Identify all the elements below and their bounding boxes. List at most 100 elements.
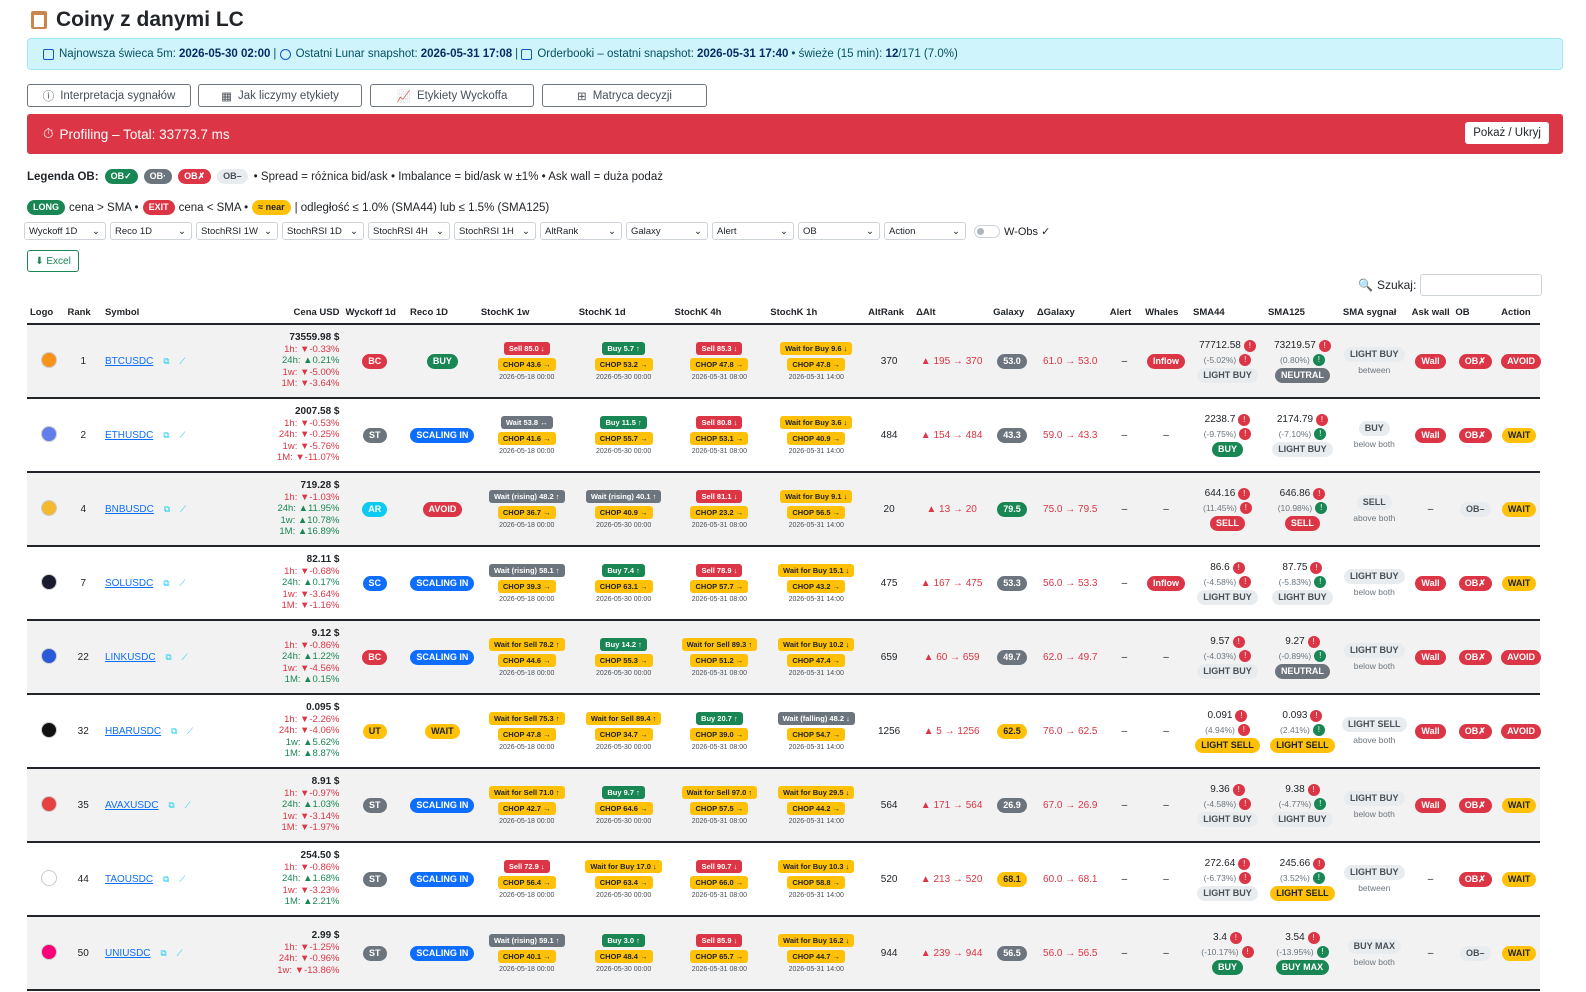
column-header[interactable]: StochK 4h: [671, 302, 768, 325]
chart-icon[interactable]: ⟋: [187, 726, 193, 736]
filter-select[interactable]: AltRank ⌄: [540, 222, 622, 240]
symbol-link[interactable]: HBARUSDC: [105, 726, 161, 737]
column-header[interactable]: StochK 1h: [767, 302, 866, 325]
action-badge: WAIT: [1501, 871, 1537, 887]
column-header[interactable]: StochK 1w: [477, 302, 576, 325]
galaxy-badge: 53.3: [997, 575, 1027, 591]
column-header[interactable]: Whales: [1142, 302, 1190, 325]
chart-icon[interactable]: ⟋: [177, 948, 183, 958]
filter-select[interactable]: StochRSI 1W ⌄: [196, 222, 278, 240]
column-header[interactable]: SMA sygnał: [1339, 302, 1409, 325]
sma44-cell: 77712.58! (-5.02%)! LIGHT BUY: [1193, 339, 1262, 383]
column-header[interactable]: Action: [1498, 302, 1540, 325]
wyckoff-badge: ST: [363, 797, 387, 813]
download-icon: ⬇: [35, 255, 47, 267]
chart-icon[interactable]: ⟋: [182, 652, 188, 662]
external-link-icon[interactable]: ⧉: [161, 948, 167, 958]
filter-select[interactable]: Wyckoff 1D ⌄: [24, 222, 106, 240]
ob-badge: OB✗: [1458, 353, 1492, 369]
tab-interpretation[interactable]: ⓘ Interpretacja sygnałów: [27, 84, 191, 107]
column-header[interactable]: StochK 1d: [575, 302, 672, 325]
column-header[interactable]: Cena USD: [242, 302, 343, 325]
ask-wall-badge: Wall: [1415, 723, 1446, 739]
wyckoff-badge: SC: [362, 575, 388, 591]
column-header[interactable]: Reco 1D: [407, 302, 478, 325]
action-badge: AVOID: [1501, 649, 1542, 665]
filter-select[interactable]: Action ⌄: [884, 222, 966, 240]
external-link-icon[interactable]: ⧉: [163, 356, 169, 366]
stoch-cell: Buy 14.2 ↑ CHOP 55.3 → 2026-05-30 00:00: [594, 637, 653, 677]
tab-matrix[interactable]: ⊞ Matryca decyzji: [542, 84, 707, 107]
column-header[interactable]: Symbol: [101, 302, 243, 325]
symbol-link[interactable]: LINKUSDC: [105, 652, 156, 663]
sma-signal-cell: BUY MAX below both: [1343, 938, 1406, 968]
filter-select[interactable]: OB ⌄: [798, 222, 880, 240]
excel-export-button[interactable]: ⬇ Excel: [27, 250, 79, 272]
column-header[interactable]: SMA44: [1189, 302, 1265, 325]
filter-select[interactable]: StochRSI 1D ⌄: [282, 222, 364, 240]
column-header[interactable]: Logo: [27, 302, 65, 325]
filter-select[interactable]: Galaxy ⌄: [626, 222, 708, 240]
table-row: 2 ETHUSDC ⧉ ⟋ 2007.58 $1h: ▼-0.53% 24h: ▼-0.2…: [27, 398, 1540, 472]
symbol-link[interactable]: AVAXUSDC: [105, 800, 159, 811]
price-cell: 82.11 $1h: ▼-0.68% 24h: ▲0.17% 1w: ▼-3.64%…: [281, 554, 340, 612]
ask-wall-badge: Wall: [1415, 649, 1446, 665]
chevron-down-icon: ⌄: [952, 225, 960, 237]
symbol-link[interactable]: ETHUSDC: [105, 430, 153, 441]
status-dot: !: [1314, 649, 1327, 662]
chart-icon[interactable]: ⟋: [179, 430, 185, 440]
tab-labels[interactable]: ▦ Jak liczymy etykiety: [198, 84, 362, 107]
filter-select[interactable]: Reco 1D ⌄: [110, 222, 192, 240]
ob-badge: OB–: [1460, 945, 1491, 961]
stoch-cell: Wait for Buy 3.6 ↓ CHOP 40.9 → 2026-05-31 …: [770, 415, 862, 455]
external-link-icon[interactable]: ⧉: [163, 578, 169, 588]
column-header[interactable]: Wyckoff 1d: [342, 302, 408, 325]
stoch-cell: Wait (rising) 48.2 ↑ CHOP 36.7 → 2026-05-1…: [481, 489, 573, 529]
chart-icon[interactable]: ⟋: [179, 874, 185, 884]
toggle-profiling-button[interactable]: Pokaż / Ukryj: [1465, 122, 1549, 144]
search-input[interactable]: [1420, 274, 1543, 296]
column-header[interactable]: OB: [1452, 302, 1499, 325]
ask-wall-badge: Wall: [1415, 575, 1446, 591]
chart-icon[interactable]: ⟋: [179, 356, 185, 366]
reco-badge: SCALING IN: [410, 797, 475, 813]
chart-icon[interactable]: ⟋: [180, 504, 186, 514]
stoch-cell: Sell 85.9 ↓ CHOP 65.7 → 2026-05-31 08:00: [690, 933, 749, 973]
column-header[interactable]: Alert: [1106, 302, 1143, 325]
external-link-icon[interactable]: ⧉: [166, 652, 172, 662]
symbol-link[interactable]: BTCUSDC: [105, 356, 153, 367]
stoch-cell: Sell 85.3 ↓ CHOP 47.8 → 2026-05-31 08:00: [690, 341, 749, 381]
chart-icon[interactable]: ⟋: [179, 578, 185, 588]
symbol-link[interactable]: BNBUSDC: [105, 504, 154, 515]
filter-select[interactable]: StochRSI 4H ⌄: [368, 222, 450, 240]
reco-badge: SCALING IN: [410, 649, 475, 665]
status-dot: !: [1313, 487, 1326, 500]
column-header[interactable]: Rank: [64, 302, 102, 325]
wobs-toggle[interactable]: [974, 224, 1000, 238]
column-header[interactable]: ΔGalaxy: [1033, 302, 1107, 325]
sma125-cell: 73219.57! (0.80%)! NEUTRAL: [1268, 339, 1337, 383]
action-badge: WAIT: [1501, 427, 1537, 443]
external-link-icon[interactable]: ⧉: [163, 874, 169, 884]
stoch-cell: Sell 90.7 ↓ CHOP 66.0 → 2026-05-31 08:00: [690, 859, 749, 899]
table-row: 22 LINKUSDC ⧉ ⟋ 9.12 $1h: ▼-0.86% 24h: ▲1.22%…: [27, 620, 1542, 694]
external-link-icon[interactable]: ⧉: [164, 504, 170, 514]
column-header[interactable]: ΔAlt: [913, 302, 991, 325]
symbol-link[interactable]: UNIUSDC: [105, 948, 151, 959]
column-header[interactable]: Galaxy: [990, 302, 1034, 325]
symbol-link[interactable]: SOLUSDC: [105, 578, 153, 589]
chart-icon[interactable]: ⟋: [185, 800, 191, 810]
external-link-icon[interactable]: ⧉: [169, 800, 175, 810]
external-link-icon[interactable]: ⧉: [171, 726, 177, 736]
sma-signal-cell: LIGHT SELL above both: [1342, 716, 1407, 746]
status-dot: !: [1318, 339, 1331, 352]
external-link-icon[interactable]: ⧉: [163, 430, 169, 440]
symbol-link[interactable]: TAOUSDC: [105, 874, 153, 885]
filter-select[interactable]: Alert ⌄: [712, 222, 794, 240]
column-header[interactable]: SMA125: [1264, 302, 1340, 325]
column-header[interactable]: Ask wall: [1408, 302, 1453, 325]
filter-select[interactable]: StochRSI 1H ⌄: [454, 222, 536, 240]
column-header[interactable]: AltRank: [865, 302, 914, 325]
tab-wyckoff[interactable]: 📈 Etykiety Wyckoffa: [370, 84, 534, 107]
sma125-cell: 9.27! (-0.89%)! NEUTRAL: [1268, 635, 1337, 679]
